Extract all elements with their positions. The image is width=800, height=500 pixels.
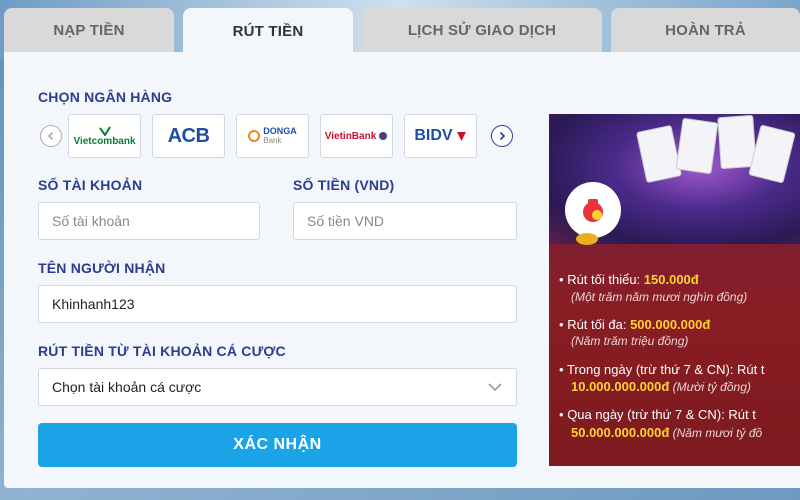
playing-card-image bbox=[635, 124, 683, 184]
donga-logo-icon bbox=[248, 130, 261, 142]
min-withdraw-words: (Một trăm năm mươi nghìn đồng) bbox=[571, 290, 748, 304]
bank-option-vietinbank[interactable]: VietinBank bbox=[320, 114, 393, 158]
vietcombank-logo-icon bbox=[98, 125, 111, 136]
min-withdraw-line: • Rút tối thiểu: 150.000đ bbox=[559, 272, 699, 287]
bank-name: VietinBank bbox=[324, 130, 377, 142]
withdraw-panel: CHỌN NGÂN HÀNG Vietcombank ACB DONGA Ban… bbox=[4, 52, 800, 488]
tab-deposit[interactable]: NẠP TIỀN bbox=[4, 8, 174, 52]
coin-icon bbox=[576, 233, 598, 245]
account-number-label: SỐ TÀI KHOẢN bbox=[38, 177, 143, 193]
bank-option-donga[interactable]: DONGA Bank bbox=[236, 114, 309, 158]
carousel-next-button[interactable] bbox=[491, 125, 513, 147]
betting-account-selected-value: Chọn tài khoản cá cược bbox=[52, 379, 202, 395]
max-withdraw-label: Rút tối đa: bbox=[567, 317, 631, 332]
vietinbank-logo-icon bbox=[379, 132, 388, 140]
bank-name-sub: Bank bbox=[263, 136, 282, 145]
bank-option-acb[interactable]: ACB bbox=[152, 114, 225, 158]
withdraw-limits-banner: • Rút tối thiểu: 150.000đ (Một trăm năm … bbox=[549, 114, 800, 466]
account-number-input[interactable]: Số tài khoản bbox=[38, 202, 260, 240]
same-day-label: Trong ngày (trừ thứ 7 & CN): Rút t bbox=[566, 362, 765, 377]
min-withdraw-value: 150.000đ bbox=[643, 272, 699, 287]
same-day-line: • Trong ngày (trừ thứ 7 & CN): Rút t bbox=[559, 362, 765, 377]
confirm-button[interactable]: XÁC NHẬN bbox=[38, 423, 517, 467]
bullet-icon: • bbox=[559, 317, 564, 332]
min-withdraw-label: Rút tối thiểu: bbox=[567, 272, 644, 287]
bank-option-bidv[interactable]: BIDV bbox=[404, 114, 477, 158]
betting-account-select[interactable]: Chọn tài khoản cá cược bbox=[38, 368, 517, 406]
bank-name: Vietcombank bbox=[73, 135, 136, 147]
recipient-name-label: TÊN NGƯỜI NHẬN bbox=[38, 260, 166, 276]
tab-transaction-history[interactable]: LỊCH SỬ GIAO DỊCH bbox=[362, 8, 602, 52]
betting-account-label: RÚT TIỀN TỪ TÀI KHOẢN CÁ CƯỢC bbox=[38, 343, 286, 359]
amount-label: SỐ TIỀN (VND) bbox=[293, 177, 395, 193]
tab-withdraw[interactable]: RÚT TIỀN bbox=[183, 8, 353, 54]
tab-bar: NẠP TIỀN RÚT TIỀN LỊCH SỬ GIAO DỊCH HOÀN… bbox=[0, 8, 800, 54]
bank-name: DONGA bbox=[263, 126, 297, 136]
bank-select-label: CHỌN NGÂN HÀNG bbox=[38, 89, 173, 105]
max-withdraw-value: 500.000.000đ bbox=[630, 317, 711, 332]
amount-input[interactable]: Số tiền VND bbox=[293, 202, 517, 240]
same-day-words: (Mười tỷ đồng) bbox=[669, 380, 751, 394]
max-withdraw-line: • Rút tối đa: 500.000.000đ bbox=[559, 317, 710, 332]
overnight-label: Qua ngày (trừ thứ 7 & CN): Rút t bbox=[567, 407, 756, 422]
chevron-left-icon bbox=[47, 131, 54, 141]
bank-name: BIDV bbox=[414, 127, 453, 144]
overnight-line: • Qua ngày (trừ thứ 7 & CN): Rút t bbox=[559, 407, 756, 422]
carousel-prev-button[interactable] bbox=[40, 125, 62, 147]
bidv-logo-icon bbox=[456, 131, 466, 141]
chevron-down-icon bbox=[488, 383, 502, 392]
overnight-amount-line: 50.000.000.000đ (Năm mươi tỷ đồ bbox=[571, 425, 762, 440]
tab-refund[interactable]: HOÀN TRẢ bbox=[611, 8, 800, 52]
bank-option-vietcombank[interactable]: Vietcombank bbox=[68, 114, 141, 158]
bullet-icon: • bbox=[559, 407, 564, 422]
chevron-right-icon bbox=[499, 131, 506, 141]
overnight-value: 50.000.000.000đ bbox=[571, 425, 670, 440]
same-day-amount-line: 10.000.000.000đ (Mười tỷ đồng) bbox=[571, 379, 751, 394]
playing-card-image bbox=[675, 117, 719, 175]
bank-name: ACB bbox=[167, 124, 210, 147]
recipient-name-input[interactable]: Khinhanh123 bbox=[38, 285, 517, 323]
max-withdraw-words: (Năm trăm triệu đồng) bbox=[571, 334, 689, 348]
playing-card-image bbox=[748, 124, 796, 184]
same-day-value: 10.000.000.000đ bbox=[571, 379, 670, 394]
money-bag-icon bbox=[565, 182, 621, 238]
bullet-icon: • bbox=[559, 362, 564, 377]
bullet-icon: • bbox=[559, 272, 564, 287]
overnight-words: (Năm mươi tỷ đồ bbox=[669, 426, 763, 440]
banner-artwork bbox=[549, 114, 800, 245]
